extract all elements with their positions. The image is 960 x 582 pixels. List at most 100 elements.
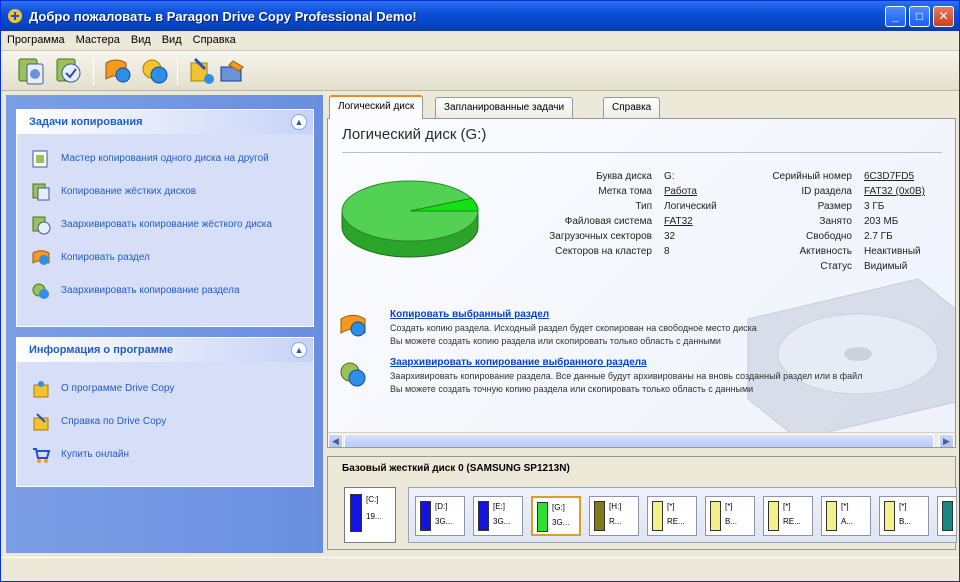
task-archive-partition[interactable]: Заархивировать копирование раздела bbox=[17, 274, 313, 307]
horizontal-scrollbar[interactable]: ◀ ▶ bbox=[328, 432, 955, 447]
partition-letter: [*] bbox=[783, 502, 791, 511]
partition-color-bar bbox=[594, 501, 605, 531]
partition-color-bar bbox=[826, 501, 837, 531]
copy-disk-icon bbox=[32, 183, 50, 201]
property-label: Активность bbox=[799, 246, 852, 257]
maximize-button[interactable]: □ bbox=[909, 6, 930, 27]
status-bar bbox=[1, 557, 959, 581]
collapse-chevron-icon[interactable]: ▲ bbox=[291, 342, 307, 358]
property-value: 3 ГБ bbox=[864, 201, 885, 212]
menu-view-2[interactable]: Вид bbox=[156, 31, 187, 46]
title-bar[interactable]: Добро пожаловать в Paragon Drive Copy Pr… bbox=[1, 1, 959, 31]
archive-partition-link[interactable]: Заархивировать копирование выбранного ра… bbox=[390, 357, 647, 368]
archive-partition-icon bbox=[32, 283, 49, 299]
partition-letter: [G:] bbox=[552, 503, 565, 512]
partition-size: 3G... bbox=[493, 517, 511, 526]
property-label: ID раздела bbox=[801, 186, 852, 197]
property-label: Загрузочных секторов bbox=[549, 231, 652, 242]
tab-logical-disk[interactable]: Логический диск bbox=[329, 95, 424, 119]
property-label: Метка тома bbox=[598, 186, 652, 197]
collapse-chevron-icon[interactable]: ▲ bbox=[291, 114, 307, 130]
program-info-panel: Информация о программе ▲ О программе Dri… bbox=[16, 337, 314, 487]
archive-partition-icon bbox=[340, 362, 366, 387]
copy-partition-icon bbox=[32, 250, 50, 265]
toolbar-separator bbox=[93, 57, 94, 85]
property-label: Буква диска bbox=[596, 171, 652, 182]
copy-disk-icon[interactable] bbox=[15, 55, 47, 87]
title-divider bbox=[342, 152, 942, 153]
task-archive-hard-disk[interactable]: Заархивировать копирование жёсткого диск… bbox=[17, 208, 313, 241]
property-label: Серийный номер bbox=[772, 171, 852, 182]
task-pane: Задачи копирования ▲ Мастер копирования … bbox=[6, 95, 323, 553]
tools-icon[interactable] bbox=[217, 55, 249, 87]
copy-tasks-header[interactable]: Задачи копирования ▲ bbox=[17, 110, 313, 134]
disk-selector-label-2: 19... bbox=[366, 512, 382, 521]
menu-help[interactable]: Справка bbox=[187, 31, 241, 46]
partition-size: 3G... bbox=[435, 517, 453, 526]
scroll-thumb[interactable] bbox=[344, 434, 934, 447]
toolbar-separator-2 bbox=[177, 57, 178, 85]
minimize-button[interactable]: _ bbox=[885, 6, 906, 27]
menu-wizards[interactable]: Мастера bbox=[70, 31, 125, 46]
partition-tile[interactable]: [D:] 3G... bbox=[415, 496, 465, 536]
property-label: Тип bbox=[635, 201, 652, 212]
menu-view[interactable]: Вид bbox=[125, 31, 156, 46]
info-about[interactable]: О программе Drive Copy bbox=[17, 372, 313, 405]
info-help[interactable]: Справка по Drive Copy bbox=[17, 405, 313, 438]
partition-letter: [D:] bbox=[435, 502, 448, 511]
property-value[interactable]: FAT32 bbox=[664, 216, 693, 227]
property-value[interactable]: 6C3D7FD5 bbox=[864, 171, 914, 182]
scroll-left-icon[interactable]: ◀ bbox=[328, 434, 343, 447]
partition-tile[interactable]: [*]B... bbox=[879, 496, 929, 536]
partition-tile[interactable]: [H:] R... bbox=[589, 496, 639, 536]
scroll-right-icon[interactable]: ▶ bbox=[939, 434, 954, 447]
partition-color-bar bbox=[884, 501, 895, 531]
property-label: Файловая система bbox=[564, 216, 652, 227]
property-value[interactable]: FAT32 (0x0B) bbox=[864, 186, 925, 197]
partition-tile[interactable]: [*] RE... bbox=[647, 496, 697, 536]
partition-size: A... bbox=[841, 517, 854, 526]
partition-color-bar bbox=[478, 501, 489, 531]
migrate-os-icon[interactable] bbox=[101, 55, 133, 87]
partition-strip: [D:] 3G... [E:] 3G... [G:] 3G... [H:] R... [*] RE… bbox=[408, 487, 957, 543]
copy-partition-icon bbox=[340, 314, 366, 337]
property-value[interactable]: Работа bbox=[664, 186, 697, 197]
partition-color-bar bbox=[420, 501, 431, 531]
menu-bar: Программа Мастера Вид Вид Справка bbox=[1, 31, 959, 51]
copy-tasks-title: Задачи копирования bbox=[29, 116, 143, 128]
task-disk-copy-wizard[interactable]: Мастер копирования одного диска на друго… bbox=[17, 142, 313, 175]
archive-disk-icon bbox=[32, 216, 51, 235]
partition-color-bar bbox=[710, 501, 721, 531]
tab-scheduled-tasks[interactable]: Запланированные задачи bbox=[435, 97, 574, 119]
property-label: Статус bbox=[820, 261, 852, 272]
partition-tile[interactable]: [E:] 3G... bbox=[473, 496, 523, 536]
disk-selector[interactable]: [C:] 19... bbox=[344, 487, 396, 543]
program-info-title: Информация о программе bbox=[29, 344, 174, 356]
close-button[interactable]: ✕ bbox=[933, 6, 954, 27]
property-value: 203 МБ bbox=[864, 216, 899, 227]
menu-program[interactable]: Программа bbox=[1, 31, 70, 46]
partition-color-bar bbox=[652, 501, 663, 531]
info-buy-online[interactable]: Купить онлайн bbox=[17, 438, 313, 471]
partition-tile[interactable]: [*] RE... bbox=[763, 496, 813, 536]
copy-partition-link[interactable]: Копировать выбранный раздел bbox=[390, 309, 549, 320]
partition-letter: [*] bbox=[667, 502, 675, 511]
partition-tile[interactable]: [G:] 3G... bbox=[531, 496, 581, 536]
partition-tile[interactable]: [*]B... bbox=[705, 496, 755, 536]
disk-title: Логический диск (G:) bbox=[342, 126, 487, 143]
wizard-icon[interactable] bbox=[185, 55, 217, 87]
partition-tile[interactable]: [*]B... bbox=[937, 496, 956, 536]
tab-strip: Логический диск Запланированные задачи С… bbox=[327, 95, 956, 119]
partition-tile[interactable]: [*] A... bbox=[821, 496, 871, 536]
archive-icon[interactable] bbox=[139, 55, 171, 87]
program-info-header[interactable]: Информация о программе ▲ bbox=[17, 338, 313, 362]
toolbar bbox=[1, 51, 959, 91]
disk-selector-label-1: [C:] bbox=[366, 495, 379, 504]
task-copy-partition[interactable]: Копировать раздел bbox=[17, 241, 313, 274]
copy-partition-icon[interactable] bbox=[53, 55, 85, 87]
archive-partition-desc-1: Заархивировать копирование раздела. Все … bbox=[390, 371, 863, 381]
tab-help[interactable]: Справка bbox=[603, 97, 661, 119]
partition-color-bar bbox=[942, 501, 953, 531]
task-copy-hard-disk[interactable]: Копирование жёстких дисков bbox=[17, 175, 313, 208]
main-window: Добро пожаловать в Paragon Drive Copy Pr… bbox=[0, 0, 960, 582]
